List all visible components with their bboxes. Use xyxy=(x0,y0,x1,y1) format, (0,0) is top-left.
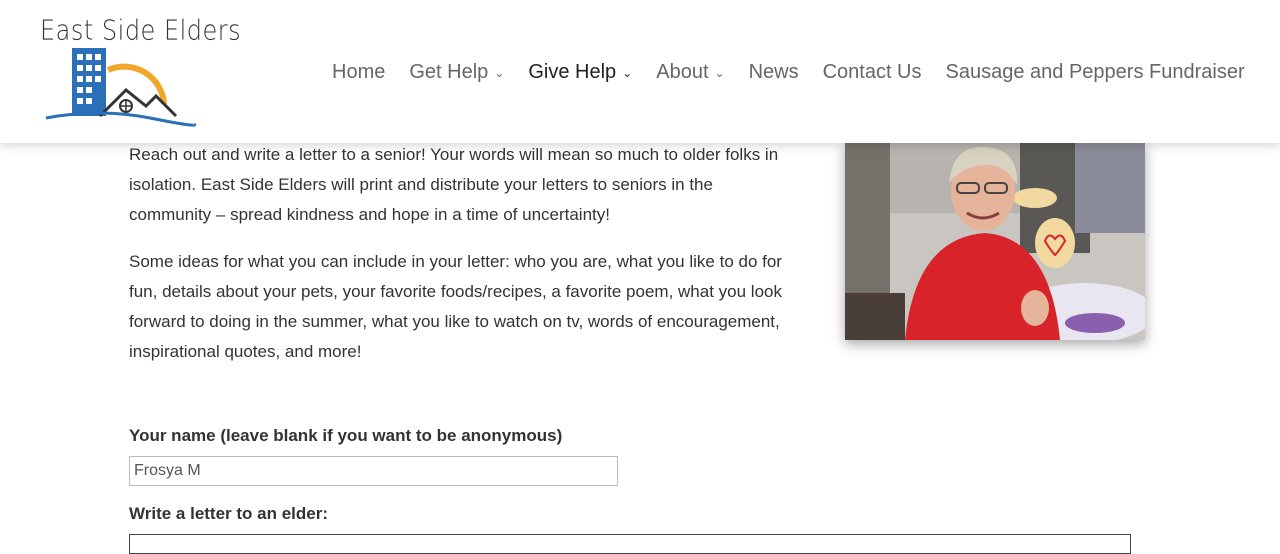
logo-text: East Side Elders xyxy=(40,14,242,47)
nav-about[interactable]: About ⌄ xyxy=(656,61,724,84)
nav-news[interactable]: News xyxy=(749,61,799,84)
intro-paragraph: Reach out and write a letter to a senior… xyxy=(129,145,779,224)
chevron-down-icon: ⌄ xyxy=(714,66,725,80)
elder-photo xyxy=(845,143,1145,340)
letter-textarea[interactable] xyxy=(129,534,1131,554)
nav-home-label: Home xyxy=(332,60,386,83)
nav-get-help-label: Get Help xyxy=(409,60,489,83)
nav-give-help[interactable]: Give Help ⌄ xyxy=(528,61,632,84)
nav-fundraiser[interactable]: Sausage and Peppers Fundraiser xyxy=(946,61,1245,84)
chevron-down-icon: ⌄ xyxy=(494,66,505,80)
nav-about-label: About xyxy=(656,60,709,83)
site-header: East Side Elders Home Get Help ⌄ Give He… xyxy=(0,0,1280,143)
nav-fundraiser-label: Sausage and Peppers Fundraiser xyxy=(945,60,1245,83)
name-label: Your name (leave blank if you want to be… xyxy=(129,426,563,445)
nav-news-label: News xyxy=(748,60,799,83)
nav-home[interactable]: Home xyxy=(332,61,385,84)
main-nav: Home Get Help ⌄ Give Help ⌄ About ⌄ News… xyxy=(332,58,1245,86)
name-input[interactable] xyxy=(129,456,618,486)
logo-graphic xyxy=(45,48,197,127)
chevron-down-icon: ⌄ xyxy=(622,66,633,80)
nav-contact-us-label: Contact Us xyxy=(822,60,922,83)
ideas-paragraph: Some ideas for what you can include in y… xyxy=(129,252,782,361)
letter-label: Write a letter to an elder: xyxy=(129,504,329,523)
nav-get-help[interactable]: Get Help ⌄ xyxy=(409,61,504,84)
site-logo[interactable]: East Side Elders xyxy=(30,8,241,133)
nav-give-help-label: Give Help xyxy=(528,60,617,83)
nav-contact-us[interactable]: Contact Us xyxy=(823,61,922,84)
